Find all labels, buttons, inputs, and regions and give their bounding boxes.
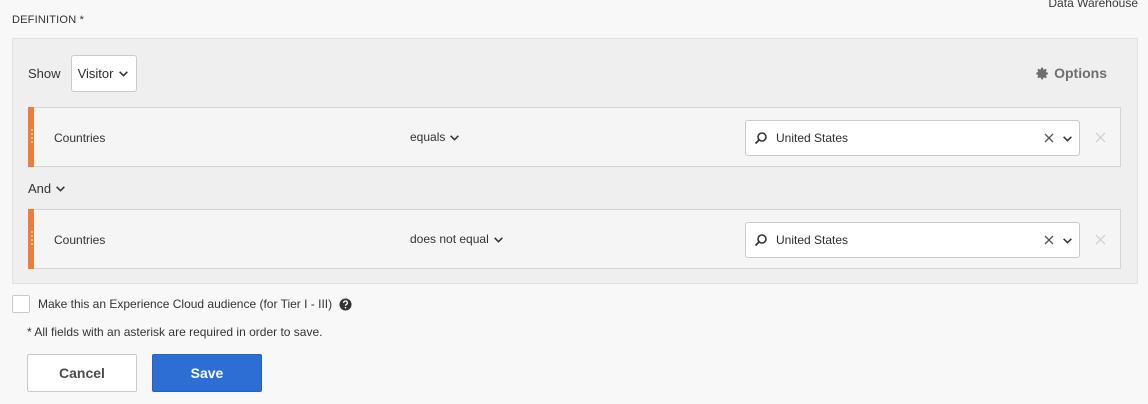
audience-checkbox[interactable] bbox=[12, 295, 30, 313]
save-button[interactable]: Save bbox=[152, 354, 262, 392]
definition-label: DEFINITION * bbox=[12, 14, 85, 26]
chevron-down-icon bbox=[450, 134, 460, 141]
operator-dropdown[interactable]: equals bbox=[410, 130, 460, 144]
chevron-down-icon bbox=[56, 186, 66, 192]
rule-row-2: Countries does not equal United States bbox=[28, 209, 1121, 269]
data-warehouse-link[interactable]: Data Warehouse bbox=[1048, 0, 1138, 10]
value-text: United States bbox=[776, 131, 849, 145]
rule-dimension: Countries bbox=[54, 131, 106, 145]
value-combobox[interactable]: United States bbox=[745, 222, 1080, 258]
drag-dots-icon bbox=[29, 129, 35, 143]
show-select-value: Visitor bbox=[77, 66, 114, 81]
audience-checkbox-label[interactable]: Make this an Experience Cloud audience (… bbox=[38, 297, 332, 311]
chevron-down-icon[interactable] bbox=[1062, 133, 1073, 144]
audience-option: Make this an Experience Cloud audience (… bbox=[12, 295, 352, 313]
clear-icon[interactable] bbox=[1043, 234, 1055, 246]
show-label: Show bbox=[28, 66, 61, 81]
options-button[interactable]: Options bbox=[1036, 65, 1107, 81]
operator-label: equals bbox=[410, 130, 446, 144]
show-container-select[interactable]: Visitor bbox=[70, 55, 137, 92]
rule-row-1: Countries equals United States bbox=[28, 107, 1121, 167]
help-icon[interactable] bbox=[339, 297, 352, 311]
clear-icon[interactable] bbox=[1043, 132, 1055, 144]
operator-dropdown[interactable]: does not equal bbox=[410, 232, 504, 246]
value-text: United States bbox=[776, 233, 849, 247]
conjunction-dropdown[interactable]: And bbox=[28, 181, 66, 196]
drag-dots-icon bbox=[29, 231, 35, 245]
search-icon bbox=[754, 234, 767, 247]
gear-icon bbox=[1036, 67, 1048, 79]
definition-panel: Show Visitor Options Countries equals Un… bbox=[12, 38, 1138, 284]
show-row: Show Visitor bbox=[28, 55, 137, 92]
chevron-down-icon[interactable] bbox=[1062, 235, 1073, 246]
value-combobox[interactable]: United States bbox=[745, 120, 1080, 156]
rule-dimension: Countries bbox=[54, 233, 106, 247]
search-icon bbox=[754, 132, 767, 145]
operator-label: does not equal bbox=[410, 232, 489, 246]
required-fields-note: * All fields with an asterisk are requir… bbox=[27, 325, 323, 339]
chevron-down-icon bbox=[119, 71, 129, 77]
remove-rule-icon[interactable] bbox=[1095, 132, 1106, 143]
cancel-button[interactable]: Cancel bbox=[27, 354, 137, 392]
options-label: Options bbox=[1054, 65, 1107, 81]
chevron-down-icon bbox=[493, 236, 503, 243]
remove-rule-icon[interactable] bbox=[1095, 234, 1106, 245]
conjunction-label: And bbox=[28, 181, 52, 196]
